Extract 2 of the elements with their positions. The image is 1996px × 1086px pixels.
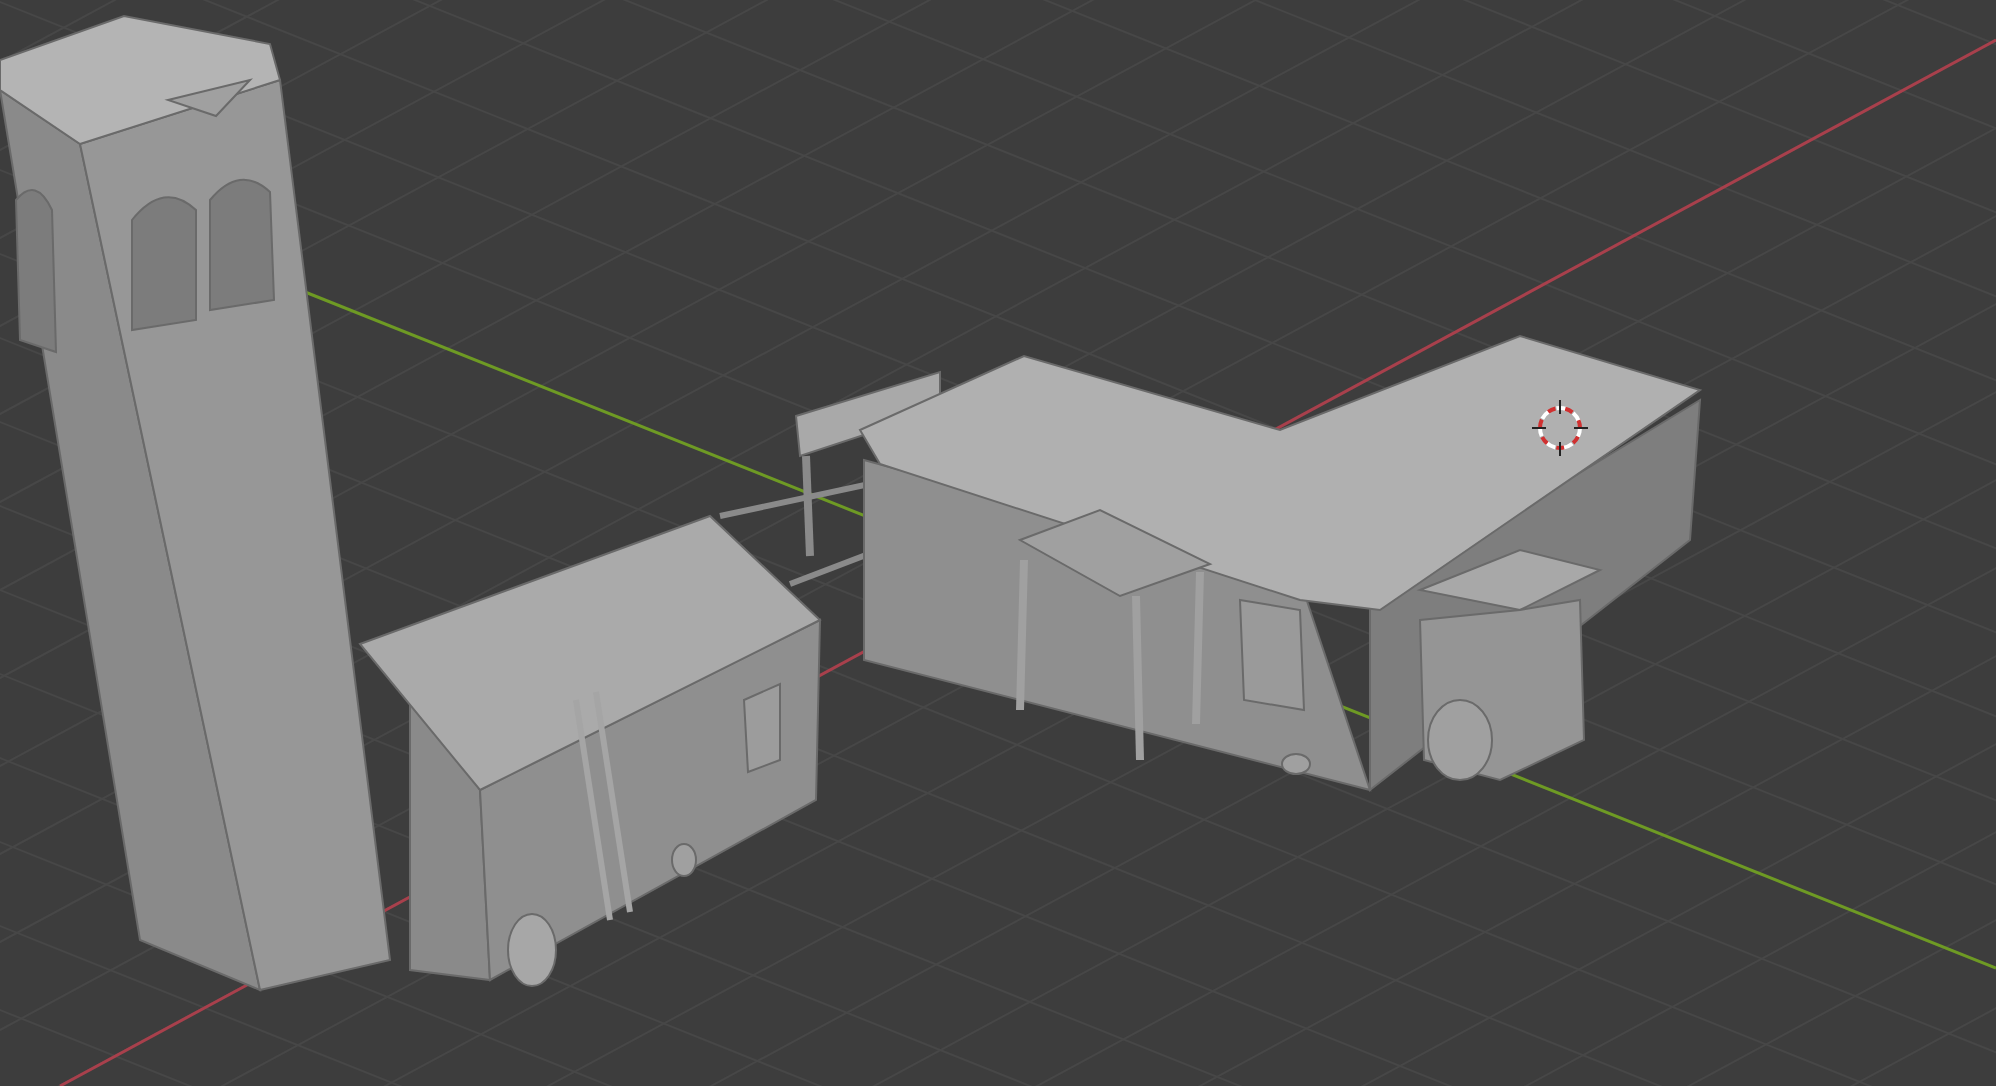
- model-drawing[interactable]: [0, 14, 1703, 992]
- 3d-cursor-icon[interactable]: [1531, 399, 1589, 457]
